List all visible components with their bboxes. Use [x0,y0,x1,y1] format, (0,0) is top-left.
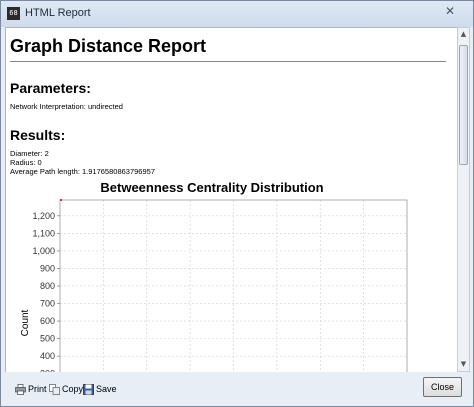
avg-path-length-value: Average Path length: 1.9176580863796957 [10,167,155,176]
app-icon: 68 [7,7,20,20]
y-axis-label: Count [20,309,31,336]
scrollbar-thumb[interactable] [459,45,468,165]
close-icon[interactable]: ✕ [430,2,470,20]
close-button[interactable]: Close [423,377,462,397]
y-tick-label: 800 [40,281,55,291]
print-button[interactable]: Print [15,381,47,397]
copy-icon [49,383,60,395]
printer-icon [15,383,26,395]
y-tick-label: 500 [40,334,55,344]
scroll-down-icon[interactable]: ▼ [458,358,469,371]
window-title: HTML Report [25,7,91,19]
y-tick-label: 1,100 [32,228,55,238]
copy-label: Copy [62,384,84,394]
parameters-heading: Parameters: [10,80,91,96]
y-tick-label: 600 [40,316,55,326]
report-window: 68 HTML Report ✕ Graph Distance Report P… [0,0,474,407]
save-button[interactable]: Save [83,381,117,397]
title-bar[interactable]: 68 HTML Report ✕ [1,1,473,27]
y-tick-label: 1,200 [32,211,55,221]
results-heading: Results: [10,127,66,143]
data-point [60,199,62,201]
network-interpretation: Network Interpretation: undirected [10,102,123,111]
vertical-scrollbar[interactable]: ▲ ▼ [457,27,470,372]
chart-title: Betweenness Centrality Distribution [100,180,324,195]
betweenness-chart: 3004005006007008009001,0001,1001,200Coun… [20,199,408,373]
save-disk-icon [83,383,94,395]
diameter-value: Diameter: 2 [10,149,49,158]
y-tick-label: 700 [40,299,55,309]
y-tick-label: 900 [40,263,55,273]
copy-button[interactable]: Copy [49,381,83,397]
scroll-up-icon[interactable]: ▲ [458,28,469,41]
report-content: Graph Distance Report Parameters: Networ… [5,27,458,374]
radius-value: Radius: 0 [10,158,42,167]
y-tick-label: 1,000 [32,246,55,256]
print-label: Print [28,384,47,394]
title-divider [10,61,446,62]
report-title: Graph Distance Report [10,36,207,56]
save-label: Save [96,384,117,394]
y-tick-label: 400 [40,351,55,361]
plot-area [60,200,407,373]
bottom-toolbar: Print Copy Save Close [1,372,473,406]
